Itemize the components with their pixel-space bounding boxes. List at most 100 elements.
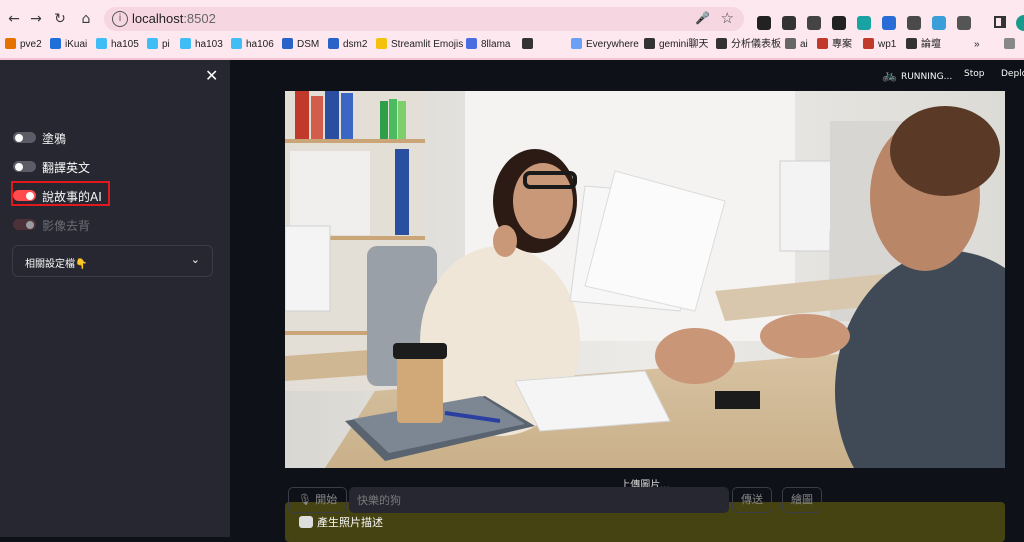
bookmark-folder-icon[interactable] xyxy=(1004,36,1019,54)
bookmark-label: ha105 xyxy=(111,39,139,50)
uploaded-photo xyxy=(285,91,1005,468)
bookmark-item[interactable]: DSM xyxy=(282,36,319,54)
extension-icon[interactable] xyxy=(782,16,796,30)
start-recording-button[interactable]: 🎙 開始 xyxy=(288,487,347,513)
bookmark-label: 論壇 xyxy=(921,39,941,50)
status-message: 產生照片描述 xyxy=(299,514,383,530)
bookmark-item[interactable]: iKuai xyxy=(50,36,87,54)
bookmark-item[interactable] xyxy=(522,36,537,54)
toggle-switch xyxy=(13,219,36,230)
bookmark-item[interactable]: wp1 xyxy=(863,36,896,54)
extension-icon[interactable] xyxy=(932,16,946,30)
robot-icon xyxy=(299,516,313,528)
bookmark-favicon-icon xyxy=(644,38,655,49)
bookmark-label: 8llama xyxy=(481,39,511,50)
bookmark-favicon-icon xyxy=(50,38,61,49)
bookmark-label: Streamlit Emojis xyxy=(391,39,464,50)
bookmark-item[interactable]: Everywhere xyxy=(571,36,639,54)
bookmark-favicon-icon xyxy=(863,38,874,49)
toggle-switch[interactable] xyxy=(13,161,36,172)
toggle-label: 塗鴉 xyxy=(42,132,67,146)
bookmark-star-icon[interactable]: ☆ xyxy=(721,9,734,27)
bookmark-item[interactable]: Streamlit Emojis xyxy=(376,36,463,54)
bookmark-favicon-icon xyxy=(522,38,533,49)
stop-button[interactable]: Stop xyxy=(964,69,984,79)
bookmark-item[interactable]: 論壇 xyxy=(906,36,941,54)
extension-icon[interactable] xyxy=(807,16,821,30)
bookmark-item[interactable]: pve2 xyxy=(5,36,42,54)
office-meeting-illustration xyxy=(285,91,1005,468)
bookmark-item[interactable]: 分析儀表板 xyxy=(716,36,781,54)
bookmark-label: Everywhere xyxy=(586,39,639,50)
chat-input-area: 產生照片描述 🎙 開始 傳送 繪圖 xyxy=(285,486,1005,542)
bookmark-label: ai xyxy=(800,39,808,50)
bookmark-label: ha103 xyxy=(195,39,223,50)
bookmark-item[interactable]: ha103 xyxy=(180,36,223,54)
highlight-annotation xyxy=(11,181,110,206)
extension-icon[interactable] xyxy=(857,16,871,30)
bookmark-favicon-icon xyxy=(571,38,582,49)
prompt-input[interactable] xyxy=(349,487,729,513)
bookmarks-bar: pve2 iKuai ha105 pi ha103 ha106 DSM dsm2 Streaml… xyxy=(0,36,1024,54)
bookmark-favicon-icon xyxy=(180,38,191,49)
bookmark-item[interactable]: gemini聊天 xyxy=(644,36,708,54)
bookmark-favicon-icon xyxy=(231,38,242,49)
mic-icon[interactable]: 🎤 xyxy=(695,11,710,25)
bookmark-item[interactable]: ha106 xyxy=(231,36,274,54)
expander-label: 相關設定檔👇 xyxy=(25,259,88,270)
browser-chrome: ← → ↻ ⌂ i localhost:8502 🎤 ☆ pve2 iKuai ha… xyxy=(0,0,1024,60)
running-status: 🚲 RUNNING... xyxy=(882,68,953,82)
bookmark-label: iKuai xyxy=(65,39,88,50)
address-bar[interactable]: i localhost:8502 🎤 ☆ xyxy=(104,7,744,31)
browser-toolbar: ← → ↻ ⌂ i localhost:8502 🎤 ☆ xyxy=(0,5,1024,33)
bookmark-item[interactable]: ai xyxy=(785,36,808,54)
side-panel-icon[interactable] xyxy=(994,16,1006,28)
bookmark-favicon-icon xyxy=(328,38,339,49)
bookmark-favicon-icon xyxy=(147,38,158,49)
extension-icon[interactable] xyxy=(832,16,846,30)
bookmark-label: pve2 xyxy=(20,39,42,50)
bookmark-favicon-icon xyxy=(785,38,796,49)
close-sidebar-icon[interactable]: ✕ xyxy=(205,68,218,84)
bookmark-item[interactable]: 8llama xyxy=(466,36,510,54)
bookmark-favicon-icon xyxy=(96,38,107,49)
more-bookmarks-icon[interactable]: » xyxy=(974,36,980,54)
deploy-button[interactable]: Deplo xyxy=(1001,69,1024,79)
bookmark-favicon-icon xyxy=(906,38,917,49)
send-button[interactable]: 傳送 xyxy=(732,487,772,513)
bookmark-favicon-icon xyxy=(817,38,828,49)
bicycle-icon: 🚲 xyxy=(882,68,897,82)
bookmark-item[interactable]: dsm2 xyxy=(328,36,367,54)
draw-button[interactable]: 繪圖 xyxy=(782,487,822,513)
settings-expander[interactable]: 相關設定檔👇 ⌄ xyxy=(12,245,213,277)
forward-icon[interactable]: → xyxy=(26,9,46,29)
bookmark-favicon-icon xyxy=(5,38,16,49)
extension-icon[interactable] xyxy=(757,16,771,30)
url-text[interactable]: localhost:8502 xyxy=(132,11,216,26)
bookmark-label: 分析儀表板 xyxy=(731,39,781,50)
bookmark-item[interactable]: ha105 xyxy=(96,36,139,54)
puzzle-icon[interactable] xyxy=(957,16,971,30)
sidebar: ✕ 塗鴉 翻譯英文 說故事的AI 影像去背 相關設定檔👇 ⌄ xyxy=(0,60,230,537)
toggle-label: 翻譯英文 xyxy=(42,161,91,175)
bookmark-favicon-icon xyxy=(376,38,387,49)
bookmark-label: DSM xyxy=(297,39,320,50)
extension-icon[interactable] xyxy=(907,16,921,30)
bookmark-favicon-icon xyxy=(282,38,293,49)
main-content: 🚲RUNNING... Stop Deplo xyxy=(230,60,1024,542)
home-icon[interactable]: ⌂ xyxy=(76,9,96,29)
site-info-icon[interactable]: i xyxy=(112,11,128,27)
profile-avatar[interactable] xyxy=(1016,15,1024,31)
bookmark-label: ha106 xyxy=(246,39,274,50)
toggle-switch[interactable] xyxy=(13,132,36,143)
back-icon[interactable]: ← xyxy=(4,9,24,29)
bookmark-label: pi xyxy=(162,39,170,50)
bookmark-item[interactable]: pi xyxy=(147,36,170,54)
bookmark-item[interactable]: 專案 xyxy=(817,36,852,54)
reload-icon[interactable]: ↻ xyxy=(50,9,70,29)
bookmark-favicon-icon xyxy=(466,38,477,49)
bookmark-favicon-icon xyxy=(716,38,727,49)
extension-icon[interactable] xyxy=(882,16,896,30)
chevron-down-icon[interactable]: ⌄ xyxy=(191,253,200,266)
toggle-label: 影像去背 xyxy=(42,219,91,233)
